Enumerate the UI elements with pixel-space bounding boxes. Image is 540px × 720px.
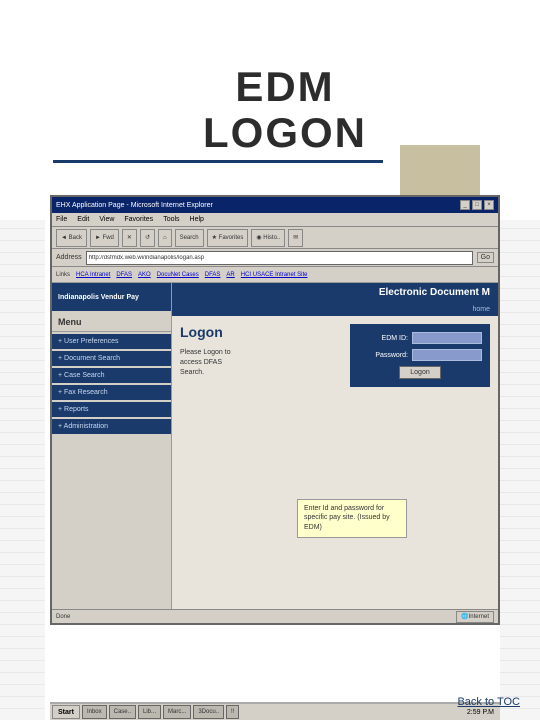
logon-button[interactable]: Logon (399, 366, 440, 379)
menu-favorites[interactable]: Favorites (124, 216, 153, 223)
home-button[interactable]: ⌂ (158, 229, 172, 247)
sidebar-item-fax-research[interactable]: + Fax Research (52, 385, 171, 400)
logon-right-panel: EDM ID: Password: Logon (350, 324, 490, 387)
back-to-toc-link[interactable]: Back to TOC (457, 696, 520, 708)
tan-accent-block (400, 145, 480, 200)
main-content: Electronic Document M home Logon Please … (172, 283, 498, 623)
taskbar-item-marc[interactable]: Marc... (163, 705, 191, 719)
tooltip-box: Enter Id and password for specific pay s… (297, 499, 407, 538)
refresh-button[interactable]: ↺ (140, 229, 155, 247)
menu-tools[interactable]: Tools (163, 216, 179, 223)
logon-description: Please Logon to access DFAS Search. (180, 348, 342, 377)
status-zone: 🌐 Internet (456, 611, 494, 623)
browser-content: Indianapolis Vendur Pay Menu + User Pref… (52, 283, 498, 623)
password-label: Password: (358, 352, 408, 359)
links-bar: Links HCA Intranet DFAS AKO DocuNet Case… (52, 267, 498, 283)
taskbar: Start Inbox Case.. Lib... Marc... 3Docu.… (50, 702, 500, 720)
menu-view[interactable]: View (99, 216, 114, 223)
back-button[interactable]: ◄ Back (56, 229, 87, 247)
address-bar: Address Go (52, 249, 498, 267)
menu-header: Menu (52, 311, 171, 332)
mail-button[interactable]: ✉ (288, 229, 303, 247)
taskbar-item-misc[interactable]: !! (226, 705, 239, 719)
browser-titlebar: EHX Application Page - Microsoft Interne… (52, 197, 498, 213)
favorites-button[interactable]: ★ Favorites (207, 229, 249, 247)
sidebar-item-case-search[interactable]: + Case Search (52, 368, 171, 383)
sidebar-item-user-preferences[interactable]: + User Preferences (52, 334, 171, 349)
page-title: EDM LOGON (203, 64, 367, 156)
link-hci[interactable]: HCI USACE Intranet Site (241, 272, 308, 278)
taskbar-item-case[interactable]: Case.. (109, 705, 136, 719)
status-text: Done (56, 614, 70, 620)
password-input[interactable] (412, 349, 482, 361)
menu-file[interactable]: File (56, 216, 67, 223)
logon-body: Logon Please Logon to access DFAS Search… (172, 316, 498, 395)
link-ako[interactable]: AKO (138, 272, 151, 278)
footer-section: Back to TOC (457, 692, 520, 710)
taskbar-item-docu[interactable]: 3Docu.. (193, 705, 224, 719)
sidebar-item-administration[interactable]: + Administration (52, 419, 171, 434)
go-button[interactable]: Go (477, 252, 494, 263)
taskbar-item-lib[interactable]: Lib... (138, 705, 161, 719)
title-section: EDM LOGON (0, 0, 540, 220)
browser-menubar: File Edit View Favorites Tools Help (52, 213, 498, 227)
logon-left-panel: Logon Please Logon to access DFAS Search… (180, 324, 342, 377)
menu-help[interactable]: Help (190, 216, 204, 223)
start-button[interactable]: Start (52, 705, 80, 719)
password-row: Password: (358, 349, 482, 361)
zone-icon: 🌐 (461, 613, 468, 620)
close-button[interactable]: × (484, 200, 494, 210)
login-box: EDM ID: Password: Logon (350, 324, 490, 387)
edm-subbar: home (172, 302, 498, 316)
search-button[interactable]: Search (175, 229, 204, 247)
link-ar[interactable]: AR (226, 272, 234, 278)
logon-heading: Logon (180, 324, 342, 340)
status-bar: Done 🌐 Internet (52, 609, 498, 623)
window-controls: _ □ × (460, 200, 494, 210)
link-dfas1[interactable]: DFAS (116, 272, 132, 278)
stop-button[interactable]: ✕ (122, 229, 137, 247)
edm-id-row: EDM ID: (358, 332, 482, 344)
sidebar-item-reports[interactable]: + Reports (52, 402, 171, 417)
site-name: Indianapolis Vendur Pay (52, 283, 171, 311)
link-dfas2[interactable]: DFAS (205, 272, 221, 278)
minimize-button[interactable]: _ (460, 200, 470, 210)
forward-button[interactable]: ► Fwd (90, 229, 119, 247)
sidebar-item-document-search[interactable]: + Document Search (52, 351, 171, 366)
taskbar-item-inbox[interactable]: Inbox (82, 705, 107, 719)
menu-edit[interactable]: Edit (77, 216, 89, 223)
link-hca[interactable]: HCA Intranet (76, 272, 110, 278)
maximize-button[interactable]: □ (472, 200, 482, 210)
links-label: Links (56, 272, 70, 278)
sidebar: Indianapolis Vendur Pay Menu + User Pref… (52, 283, 172, 623)
browser-toolbar: ◄ Back ► Fwd ✕ ↺ ⌂ Search ★ Favorites ◉ … (52, 227, 498, 249)
address-label: Address (56, 254, 82, 261)
link-docunet[interactable]: DocuNet Cases (157, 272, 199, 278)
browser-window: EHX Application Page - Microsoft Interne… (50, 195, 500, 625)
history-button[interactable]: ◉ Histo.. (251, 229, 285, 247)
edm-title-bar: Electronic Document M (172, 283, 498, 302)
address-input[interactable] (86, 251, 473, 265)
edm-id-label: EDM ID: (358, 335, 408, 342)
blue-divider-line (53, 160, 383, 163)
title-area: EDM LOGON (203, 64, 367, 156)
browser-title-text: EHX Application Page - Microsoft Interne… (56, 202, 213, 209)
edm-id-input[interactable] (412, 332, 482, 344)
